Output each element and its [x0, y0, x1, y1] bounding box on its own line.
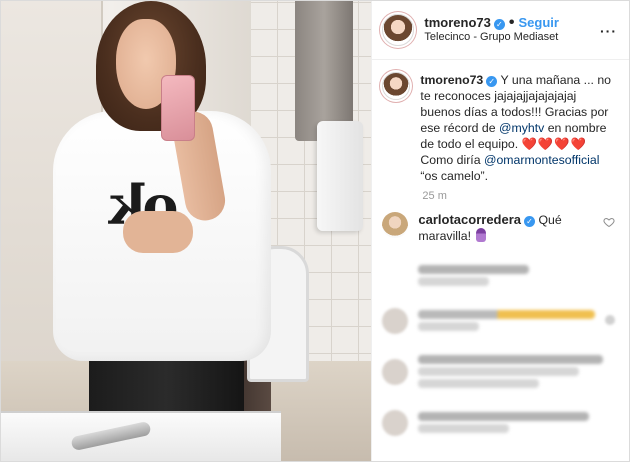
heart-outline-icon[interactable]: [603, 216, 615, 228]
header-username[interactable]: tmoreno73: [424, 15, 490, 30]
blurred-comment: [382, 352, 619, 391]
blurred-avatar: [382, 409, 409, 436]
caption: tmoreno73 ✓ Y una mañana ... no te recono…: [382, 72, 619, 184]
verified-badge-icon: ✓: [493, 19, 505, 30]
blurred-line: [418, 367, 579, 376]
caption-body: tmoreno73 ✓ Y una mañana ... no te recono…: [420, 72, 619, 184]
follow-button[interactable]: Seguir: [518, 15, 558, 30]
paper-dispenser: [295, 1, 354, 141]
avatar[interactable]: [382, 14, 415, 46]
blurred-text: [418, 262, 619, 289]
blurred-line: [418, 412, 589, 421]
instagram-post: ok tmoreno73 ✓ • Seguir Telecinco - Grupo M…: [0, 0, 630, 462]
comment-avatar[interactable]: [382, 212, 409, 238]
header-text: tmoreno73 ✓ • Seguir Telecinco - Grupo Medi…: [424, 15, 559, 45]
caption-text-4: “os camelo”.: [420, 169, 489, 183]
hearts-emoji: ❤️❤️❤️❤️: [521, 137, 587, 151]
comments-section: tmoreno73 ✓ Y una mañana ... no te recono…: [372, 60, 629, 472]
blurred-line: [418, 355, 603, 364]
location-link[interactable]: Telecinco - Grupo Mediaset: [424, 30, 559, 45]
blurred-line: [418, 310, 595, 319]
woman-emoji-icon: [476, 228, 487, 242]
post-photo[interactable]: ok: [1, 1, 372, 461]
blurred-comment: [382, 262, 619, 289]
blurred-text: [418, 307, 619, 334]
person-hand: [123, 211, 193, 253]
mention-link-2[interactable]: @omarmontesofficial: [484, 153, 599, 167]
blurred-avatar: [382, 358, 409, 385]
blurred-avatar: [382, 307, 409, 334]
blurred-line: [418, 379, 539, 388]
caption-avatar[interactable]: [382, 72, 411, 100]
blurred-avatar: [382, 263, 408, 289]
more-dots-icon[interactable]: ···: [600, 23, 617, 39]
comment-body: carlotacorredera ✓ Qué maravilla!: [418, 212, 619, 244]
mention-link[interactable]: @myhtv: [499, 121, 544, 135]
verified-badge-icon: ✓: [524, 216, 536, 227]
comment-item: carlotacorredera ✓ Qué maravilla!: [382, 212, 619, 244]
separator-dot: •: [508, 14, 515, 31]
blurred-line: [418, 322, 479, 331]
post-side-panel: tmoreno73 ✓ • Seguir Telecinco - Grupo Medi…: [371, 1, 629, 461]
caption-username[interactable]: tmoreno73: [420, 73, 483, 87]
blurred-line: [418, 424, 509, 433]
blurred-comment: [382, 307, 619, 334]
post-header: tmoreno73 ✓ • Seguir Telecinco - Grupo Medi…: [372, 1, 629, 60]
hand-dryer: [317, 121, 364, 231]
caption-text-3: Como diría: [420, 153, 484, 167]
verified-badge-icon: ✓: [486, 76, 498, 87]
pink-phone: [161, 75, 195, 141]
blurred-line: [418, 277, 489, 286]
blurred-text: [418, 352, 619, 391]
blurred-line: [418, 265, 529, 274]
blurred-comment: [382, 409, 619, 436]
post-timestamp[interactable]: 25 m: [422, 190, 619, 202]
blurred-text: [418, 409, 619, 436]
comment-username[interactable]: carlotacorredera: [418, 212, 521, 227]
blurred-heart-icon: [605, 315, 615, 325]
